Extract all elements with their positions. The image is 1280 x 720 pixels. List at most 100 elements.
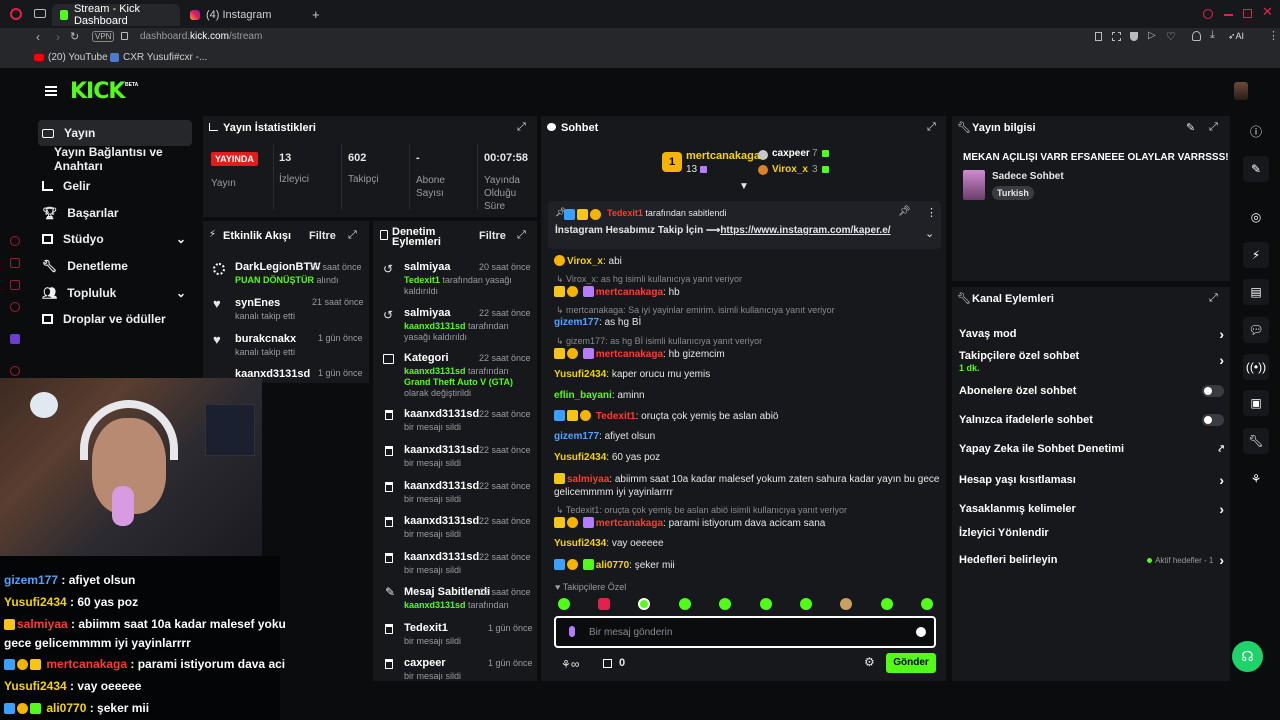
chat-input[interactable]: Bir mesaj gönderin [554, 616, 936, 648]
language-tag[interactable]: Turkish [992, 186, 1034, 200]
info-icon[interactable]: ⓘ [1243, 118, 1269, 144]
pinned-link[interactable]: https://www.instagram.com/kaper.e/ [720, 225, 890, 236]
nav-item-stream[interactable]: Yayın [38, 120, 192, 146]
mod-user[interactable]: kaanxd3131sd [404, 480, 479, 492]
mod-user[interactable]: kaanxd3131sd [404, 551, 479, 563]
leader-second-name[interactable]: caxpeer [772, 148, 810, 159]
expand-icon[interactable]: ⤢ [517, 229, 526, 242]
broadcast-icon[interactable]: ((•)) [1243, 354, 1269, 380]
emote-6[interactable] [760, 598, 772, 610]
mod-actor[interactable]: kaanxd3131sd [404, 366, 466, 376]
support-button[interactable]: ☊ [1232, 641, 1263, 672]
chevron-down-icon[interactable]: ⌄ [176, 232, 186, 246]
user-avatar[interactable] [1234, 82, 1248, 100]
goals-row[interactable]: Hedefleri belirleyin Aktif hedefler - 1 › [959, 552, 1224, 568]
chat-reply[interactable]: ↳ mertcanakaga: Sa iyi yayinlar emirim. … [556, 305, 835, 316]
raid-row[interactable]: İzleyici Yönlendir [959, 527, 1224, 539]
nav-item-revenue[interactable]: Gelir [38, 173, 192, 199]
chat-user[interactable]: gizem177 [554, 317, 599, 328]
expand-icon[interactable]: ⤢ [348, 229, 357, 242]
more-options-icon[interactable]: ⋮ [926, 206, 937, 219]
emote-8[interactable] [840, 598, 852, 610]
emote-5[interactable] [719, 598, 731, 610]
chat-user[interactable]: Yusufi2434 [554, 369, 606, 380]
settings-gear-icon[interactable]: ⚙ [864, 655, 875, 669]
ai-button[interactable]: ➶AI [1228, 31, 1244, 42]
mod-user[interactable]: kaanxd3131sd [404, 515, 479, 527]
expand-icon[interactable]: ⤢ [517, 121, 526, 134]
chat-user[interactable]: gizem177 [554, 431, 599, 442]
camera-icon[interactable]: ◎ [1243, 204, 1269, 230]
collapse-arrow-icon[interactable]: ▼ [739, 181, 749, 192]
mod-user[interactable]: caxpeer [404, 657, 446, 669]
timer-icon[interactable] [603, 659, 612, 668]
chevron-down-icon[interactable]: ⌄ [176, 286, 186, 300]
wrench-icon[interactable]: 🔧︎ [1243, 428, 1269, 454]
nav-item-achievements[interactable]: 🏆︎ Başarılar [38, 200, 192, 226]
mod-user[interactable]: salmiyaa [404, 307, 450, 319]
chat-user[interactable]: Yusufi2434 [554, 452, 606, 463]
mod-actor[interactable]: kaanxd3131sd [404, 600, 466, 610]
event-user[interactable]: DarkLegionBTW [235, 261, 321, 273]
emote-2[interactable] [598, 598, 610, 610]
forward-icon[interactable]: › [56, 30, 60, 44]
expand-icon[interactable]: ⤢ [1209, 292, 1218, 305]
nav-item-community[interactable]: 👥︎ Topluluk ⌄ [38, 280, 192, 306]
adblock-icon[interactable] [1130, 32, 1138, 41]
tab-menu-icon[interactable] [34, 9, 46, 18]
leader-third-name[interactable]: Virox_x [772, 164, 808, 175]
chevron-down-icon[interactable]: ⌄ [925, 227, 934, 240]
chat-user[interactable]: Yusufi2434 [554, 538, 606, 549]
tab-instagram[interactable]: (4) Instagram [182, 4, 308, 26]
tab-kick-dashboard[interactable]: Stream - Kick Dashboard [52, 3, 180, 27]
vpn-badge[interactable]: VPN [92, 31, 115, 42]
lightning-icon[interactable]: ⚡︎ [1243, 242, 1269, 268]
modlog-filter-button[interactable]: Filtre [479, 230, 506, 242]
new-tab-button[interactable]: + [312, 7, 320, 22]
document-icon[interactable]: ▤ [1243, 279, 1269, 305]
subs-only-toggle[interactable] [1202, 385, 1224, 397]
opera-side-icon[interactable] [10, 302, 20, 312]
bookmark-youtube[interactable]: (20) YouTube [34, 52, 108, 63]
more-menu-icon[interactable]: ⋮ [1268, 29, 1279, 42]
pin-toggle-icon[interactable]: 📌︎ [898, 206, 911, 217]
emote-7[interactable] [800, 598, 812, 610]
expand-icon[interactable]: ⤢ [927, 121, 936, 134]
banned-words-row[interactable]: Yasaklanmış kelimeler › [959, 501, 1224, 517]
chat-user[interactable]: salmiyaa [567, 474, 609, 485]
activity-filter-button[interactable]: Filtre [309, 230, 336, 242]
mod-user[interactable]: kaanxd3131sd [404, 444, 479, 456]
nav-item-stream-key[interactable]: Yayın Bağlantısı ve Anahtarı [50, 145, 200, 173]
event-user[interactable]: burakcnakx [235, 333, 296, 345]
chat-reply[interactable]: ↳ gizem177: as hg Bİ isimli kullanıcıya … [556, 336, 762, 347]
pinned-by-user[interactable]: Tedexit1 [607, 208, 643, 218]
chat-user[interactable]: Virox_x [567, 256, 603, 267]
expand-icon[interactable]: ⤢ [1209, 121, 1218, 134]
emoji-icon[interactable] [916, 627, 926, 637]
heart-icon[interactable]: ♡ [1166, 30, 1176, 43]
emote-only-toggle[interactable] [1202, 414, 1224, 426]
emote-3[interactable] [638, 598, 650, 610]
points-icon[interactable]: ⚘ [1243, 466, 1269, 492]
mod-user[interactable]: salmiyaa [404, 261, 450, 273]
chat-reply[interactable]: ↳ Virox_x: as hg isimli kullanıcıya yanı… [556, 274, 742, 285]
edit-icon[interactable]: ✎ [1243, 156, 1269, 182]
profile-icon[interactable] [1192, 31, 1201, 41]
subs-only-row[interactable]: Abonelere özel sohbet [959, 385, 1224, 397]
bookmark-icon[interactable] [1095, 32, 1102, 41]
search-icon[interactable] [1203, 9, 1213, 19]
emote-4[interactable] [679, 598, 691, 610]
url-field[interactable]: dashboard.kick.com/stream [140, 31, 262, 42]
chat-user[interactable]: mertcanakaga [596, 349, 663, 360]
maximize-button[interactable] [1243, 9, 1252, 18]
leader-first-name[interactable]: mertcanakaga [686, 150, 760, 162]
emote-1[interactable] [558, 598, 570, 610]
nav-item-moderation[interactable]: 🔧︎ Denetleme [38, 253, 192, 279]
microphone-icon[interactable] [569, 626, 575, 637]
category-thumbnail[interactable] [963, 170, 985, 200]
chat-user[interactable]: mertcanakaga [596, 518, 663, 529]
chat-user[interactable]: mertcanakaga [596, 287, 663, 298]
emote-10[interactable] [921, 598, 933, 610]
download-icon[interactable]: ⤓ [1210, 29, 1215, 42]
opera-side-icon[interactable] [10, 280, 20, 290]
